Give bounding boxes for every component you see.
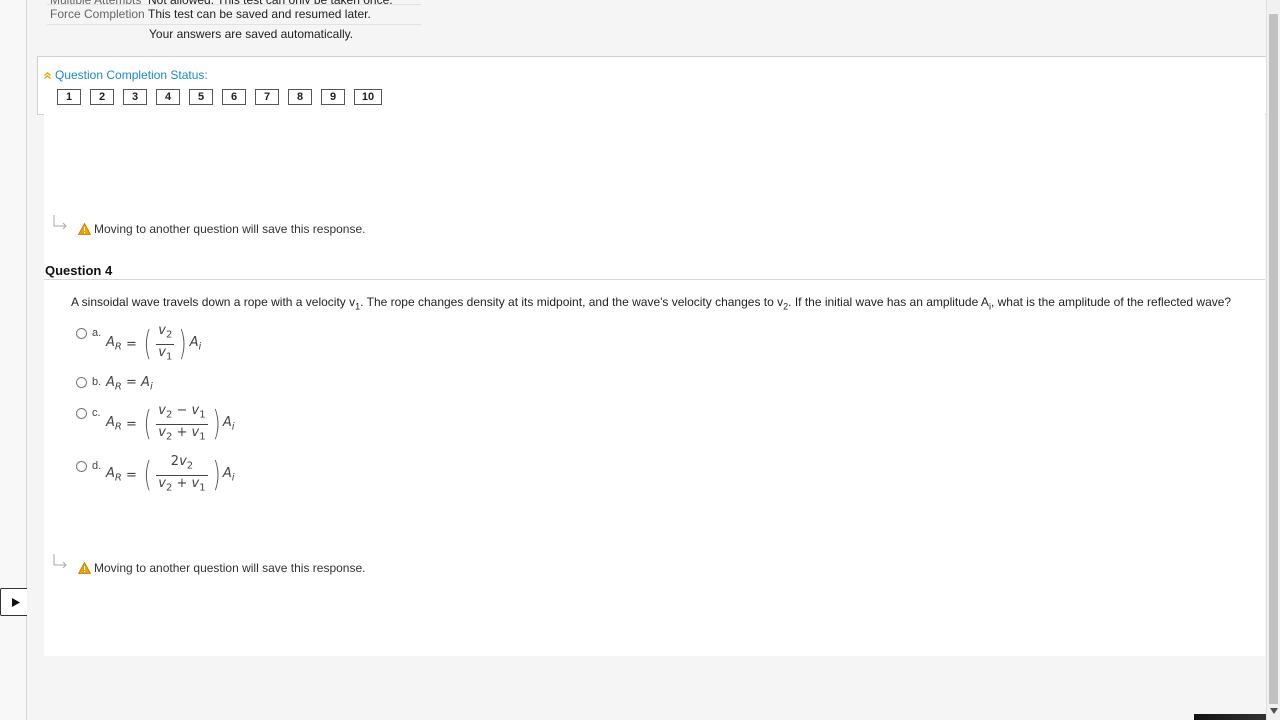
question-nav-5[interactable]: 5 [189,89,213,105]
answer-option-d[interactable]: d. AR = (2v2 v2 + v1) Ai [76,454,235,496]
answer-option-b[interactable]: b. AR = Ai [76,375,153,393]
return-arrow-icon [53,554,67,569]
question-nav-3[interactable]: 3 [123,89,147,105]
info-value: Not allowed. This test can only be taken… [148,0,393,4]
warning-triangle-icon [78,562,91,574]
info-value: This test can be saved and resumed later… [148,7,371,21]
question-nav-4[interactable]: 4 [156,89,180,105]
option-letter: b. [92,376,102,388]
question-nav-7[interactable]: 7 [255,89,279,105]
save-note-text: Moving to another question will save thi… [94,561,366,575]
info-row-force-completion: Force Completion This test can be saved … [47,5,421,25]
question-text-part: , what is the amplitude of the reflected… [990,295,1232,309]
question-nav-10[interactable]: 10 [354,89,382,105]
save-note-bottom: Moving to another question will save thi… [52,554,366,575]
scrollbar-thumb[interactable] [1269,14,1278,704]
info-label: Force Completion [50,7,145,21]
save-note-text: Moving to another question will save thi… [94,222,366,236]
answer-option-c[interactable]: c. AR = (v2 − v1 v2 + v1) Ai [76,403,235,445]
option-letter: a. [92,327,102,339]
option-letter: d. [92,460,102,472]
test-info-table: Multiple Attempts Not allowed. This test… [47,0,421,25]
taskbar-edge [1194,714,1266,720]
option-letter: c. [92,407,101,419]
question-nav-8[interactable]: 8 [288,89,312,105]
warning-triangle-icon [78,223,91,235]
question-text-part: A sinsoidal wave travels down a rope wit… [71,295,356,309]
test-content: Multiple Attempts Not allowed. This test… [27,0,1267,720]
radio-option-d[interactable] [76,461,87,472]
question-text-part: . The rope changes density at its midpoi… [360,295,784,309]
question-completion-status-panel: Question Completion Status: 1 2 3 4 5 6 … [37,56,1267,115]
question-divider [44,279,1265,280]
question-nav-9[interactable]: 9 [321,89,345,105]
option-a-formula-image: AR = (v2 v1) Ai [106,323,202,365]
radio-option-b[interactable] [76,377,87,388]
status-header-toggle[interactable]: Question Completion Status: [44,68,208,82]
return-arrow-icon [53,215,67,230]
radio-option-c[interactable] [76,408,87,419]
question-nav-boxes: 1 2 3 4 5 6 7 8 9 10 [57,89,391,105]
vertical-scrollbar[interactable] [1266,0,1280,720]
option-d-formula-image: AR = (2v2 v2 + v1) Ai [106,454,235,496]
question-text-part: . If the initial wave has an amplitude A [788,295,989,309]
option-b-formula-image: AR = Ai [106,375,153,393]
question-nav-1[interactable]: 1 [57,89,81,105]
answer-option-a[interactable]: a. AR = (v2 v1) Ai [76,323,201,365]
question-title: Question 4 [45,263,113,278]
info-label: Multiple Attempts [47,0,148,4]
question-text: A sinsoidal wave travels down a rope wit… [71,295,1231,311]
double-chevron-up-icon [44,71,51,79]
save-note-top: Moving to another question will save thi… [52,215,366,236]
option-c-formula-image: AR = (v2 − v1 v2 + v1) Ai [106,403,235,445]
autosave-note: Your answers are saved automatically. [149,27,354,41]
radio-option-a[interactable] [76,328,87,339]
question-panel: Moving to another question will save thi… [44,114,1265,656]
status-header-label: Question Completion Status: [55,68,208,82]
question-nav-6[interactable]: 6 [222,89,246,105]
scroll-down-arrow-icon[interactable] [1270,708,1278,714]
question-nav-2[interactable]: 2 [90,89,114,105]
play-triangle-icon [11,597,20,607]
